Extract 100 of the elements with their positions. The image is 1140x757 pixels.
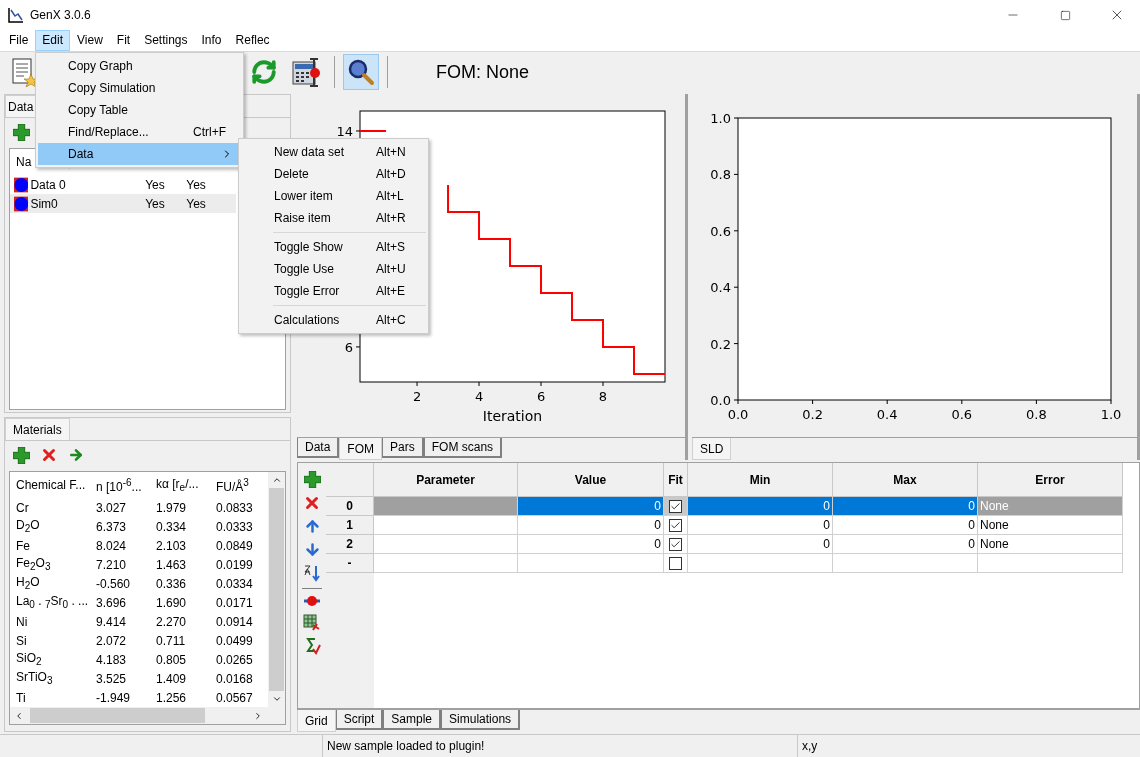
menu-item[interactable]: View <box>70 30 110 51</box>
column-header[interactable]: Parameter <box>374 463 518 497</box>
menu-item[interactable]: Find/Replace... Ctrl+F <box>38 121 241 143</box>
dataset-row[interactable]: Data 0 Yes Yes <box>10 175 236 194</box>
column-header[interactable]: Fit <box>664 463 688 497</box>
tab[interactable]: Materials <box>5 418 70 440</box>
zoom-button[interactable] <box>343 54 379 90</box>
table-cell[interactable]: 0 <box>518 535 664 554</box>
fit-checkbox[interactable] <box>669 499 682 513</box>
menu-item[interactable]: Raise item Alt+R <box>241 207 426 229</box>
plus-icon[interactable] <box>13 446 30 464</box>
table-cell[interactable]: None <box>978 516 1123 535</box>
plus-icon[interactable] <box>303 471 321 488</box>
ball-icon[interactable] <box>303 595 321 607</box>
menu-item[interactable]: Delete Alt+D <box>241 163 426 185</box>
column-header[interactable]: Max <box>833 463 978 497</box>
tab[interactable]: FOM <box>339 438 383 460</box>
table-cell[interactable]: None <box>978 535 1123 554</box>
table-cell[interactable] <box>374 554 518 573</box>
table-cell[interactable] <box>664 535 688 554</box>
tab[interactable]: Script <box>335 710 384 730</box>
table-cell[interactable] <box>374 535 518 554</box>
tab[interactable]: Data <box>5 95 37 117</box>
column-header[interactable]: Error <box>978 463 1123 497</box>
column-header[interactable]: n [10$^{-6}$... <box>90 476 150 494</box>
vertical-scrollbar[interactable] <box>268 472 285 707</box>
up-arrow-icon[interactable] <box>303 518 321 535</box>
table-cell[interactable] <box>664 497 688 516</box>
menu-item[interactable]: Settings <box>137 30 195 51</box>
table-cell[interactable]: 0 <box>518 516 664 535</box>
column-header[interactable]: Value <box>518 463 664 497</box>
tab[interactable]: SLD <box>692 438 732 460</box>
menu-item[interactable]: New data set Alt+N <box>241 141 426 163</box>
table-cell[interactable]: 0 <box>688 535 833 554</box>
chevron-up-icon[interactable] <box>271 475 282 485</box>
row-header[interactable]: 2 <box>326 535 374 554</box>
tab[interactable]: Sample <box>383 710 442 730</box>
column-header[interactable]: FU/Å$^{3}$ <box>210 476 268 494</box>
tab[interactable]: Simulations <box>441 710 521 730</box>
chevron-down-icon[interactable] <box>271 694 282 704</box>
tab[interactable]: Pars <box>382 438 424 458</box>
fit-checkbox[interactable] <box>669 537 682 551</box>
chevron-left-icon[interactable] <box>14 710 24 721</box>
table-cell[interactable] <box>374 516 518 535</box>
plus-icon[interactable] <box>13 123 30 141</box>
sort-icon[interactable] <box>303 564 321 582</box>
column-header[interactable]: Min <box>688 463 833 497</box>
table-cell[interactable]: 0 <box>518 497 664 516</box>
menu-item[interactable]: Lower item Alt+L <box>241 185 426 207</box>
menu-item[interactable]: Toggle Show Alt+S <box>241 236 426 258</box>
menu-item[interactable]: Edit <box>35 30 71 51</box>
table-cell[interactable] <box>374 497 518 516</box>
table-cell[interactable]: 0 <box>833 516 978 535</box>
menu-item[interactable]: File <box>2 30 36 51</box>
table-cell[interactable]: 0 <box>833 535 978 554</box>
chevron-right-icon[interactable] <box>253 710 263 721</box>
table-cell[interactable] <box>664 554 688 573</box>
menu-item[interactable]: Toggle Error Alt+E <box>241 280 426 302</box>
row-header[interactable]: - <box>326 554 374 573</box>
table-cell-text: Ni <box>15 614 29 629</box>
table-cell[interactable] <box>978 554 1123 573</box>
dataset-row[interactable]: Sim0 Yes Yes <box>10 194 236 213</box>
table-cell[interactable] <box>664 516 688 535</box>
fit-checkbox[interactable] <box>669 556 682 570</box>
table-cell[interactable] <box>688 554 833 573</box>
search-icon <box>347 58 375 86</box>
table-cell-text: D$_{2}$O <box>15 518 41 535</box>
menu-item[interactable]: Data <box>38 143 241 165</box>
menu-item[interactable]: Reflec <box>228 30 277 51</box>
table-cell-text: Si <box>15 633 28 648</box>
delete-icon[interactable] <box>303 494 321 512</box>
menu-item[interactable]: Copy Graph <box>38 55 241 77</box>
cursor-coordinates: x,y <box>802 739 818 753</box>
fit-checkbox[interactable] <box>669 518 682 532</box>
menu-item[interactable]: Copy Simulation <box>38 77 241 99</box>
table-icon[interactable] <box>303 613 321 631</box>
table-cell[interactable]: 0 <box>833 497 978 516</box>
delete-icon[interactable] <box>40 446 58 464</box>
column-header[interactable]: kα [r$_{e}$/... <box>150 476 210 494</box>
table-cell[interactable] <box>833 554 978 573</box>
horizontal-scrollbar[interactable] <box>10 707 285 724</box>
tab[interactable]: FOM scans <box>423 438 503 458</box>
tab[interactable]: Data <box>297 438 340 458</box>
table-cell[interactable]: 0 <box>688 497 833 516</box>
menu-item[interactable]: Copy Table <box>38 99 241 121</box>
menu-item[interactable]: Fit <box>109 30 138 51</box>
menu-item[interactable]: Calculations Alt+C <box>241 309 426 331</box>
down-arrow-icon[interactable] <box>303 541 321 558</box>
menu-item[interactable]: Toggle Use Alt+U <box>241 258 426 280</box>
table-cell[interactable]: 0 <box>688 516 833 535</box>
table-cell-text: 7.210 <box>95 557 128 572</box>
table-cell-text: 1.690 <box>155 595 188 610</box>
function-icon[interactable] <box>303 637 321 655</box>
row-header[interactable]: 1 <box>326 516 374 535</box>
column-header[interactable]: Chemical F... <box>10 478 90 492</box>
table-cell[interactable] <box>518 554 664 573</box>
menu-item[interactable]: Info <box>194 30 229 51</box>
tick-label: 0.8 <box>1026 407 1047 422</box>
tab[interactable]: Grid <box>297 710 336 732</box>
row-header[interactable]: 0 <box>326 497 374 516</box>
